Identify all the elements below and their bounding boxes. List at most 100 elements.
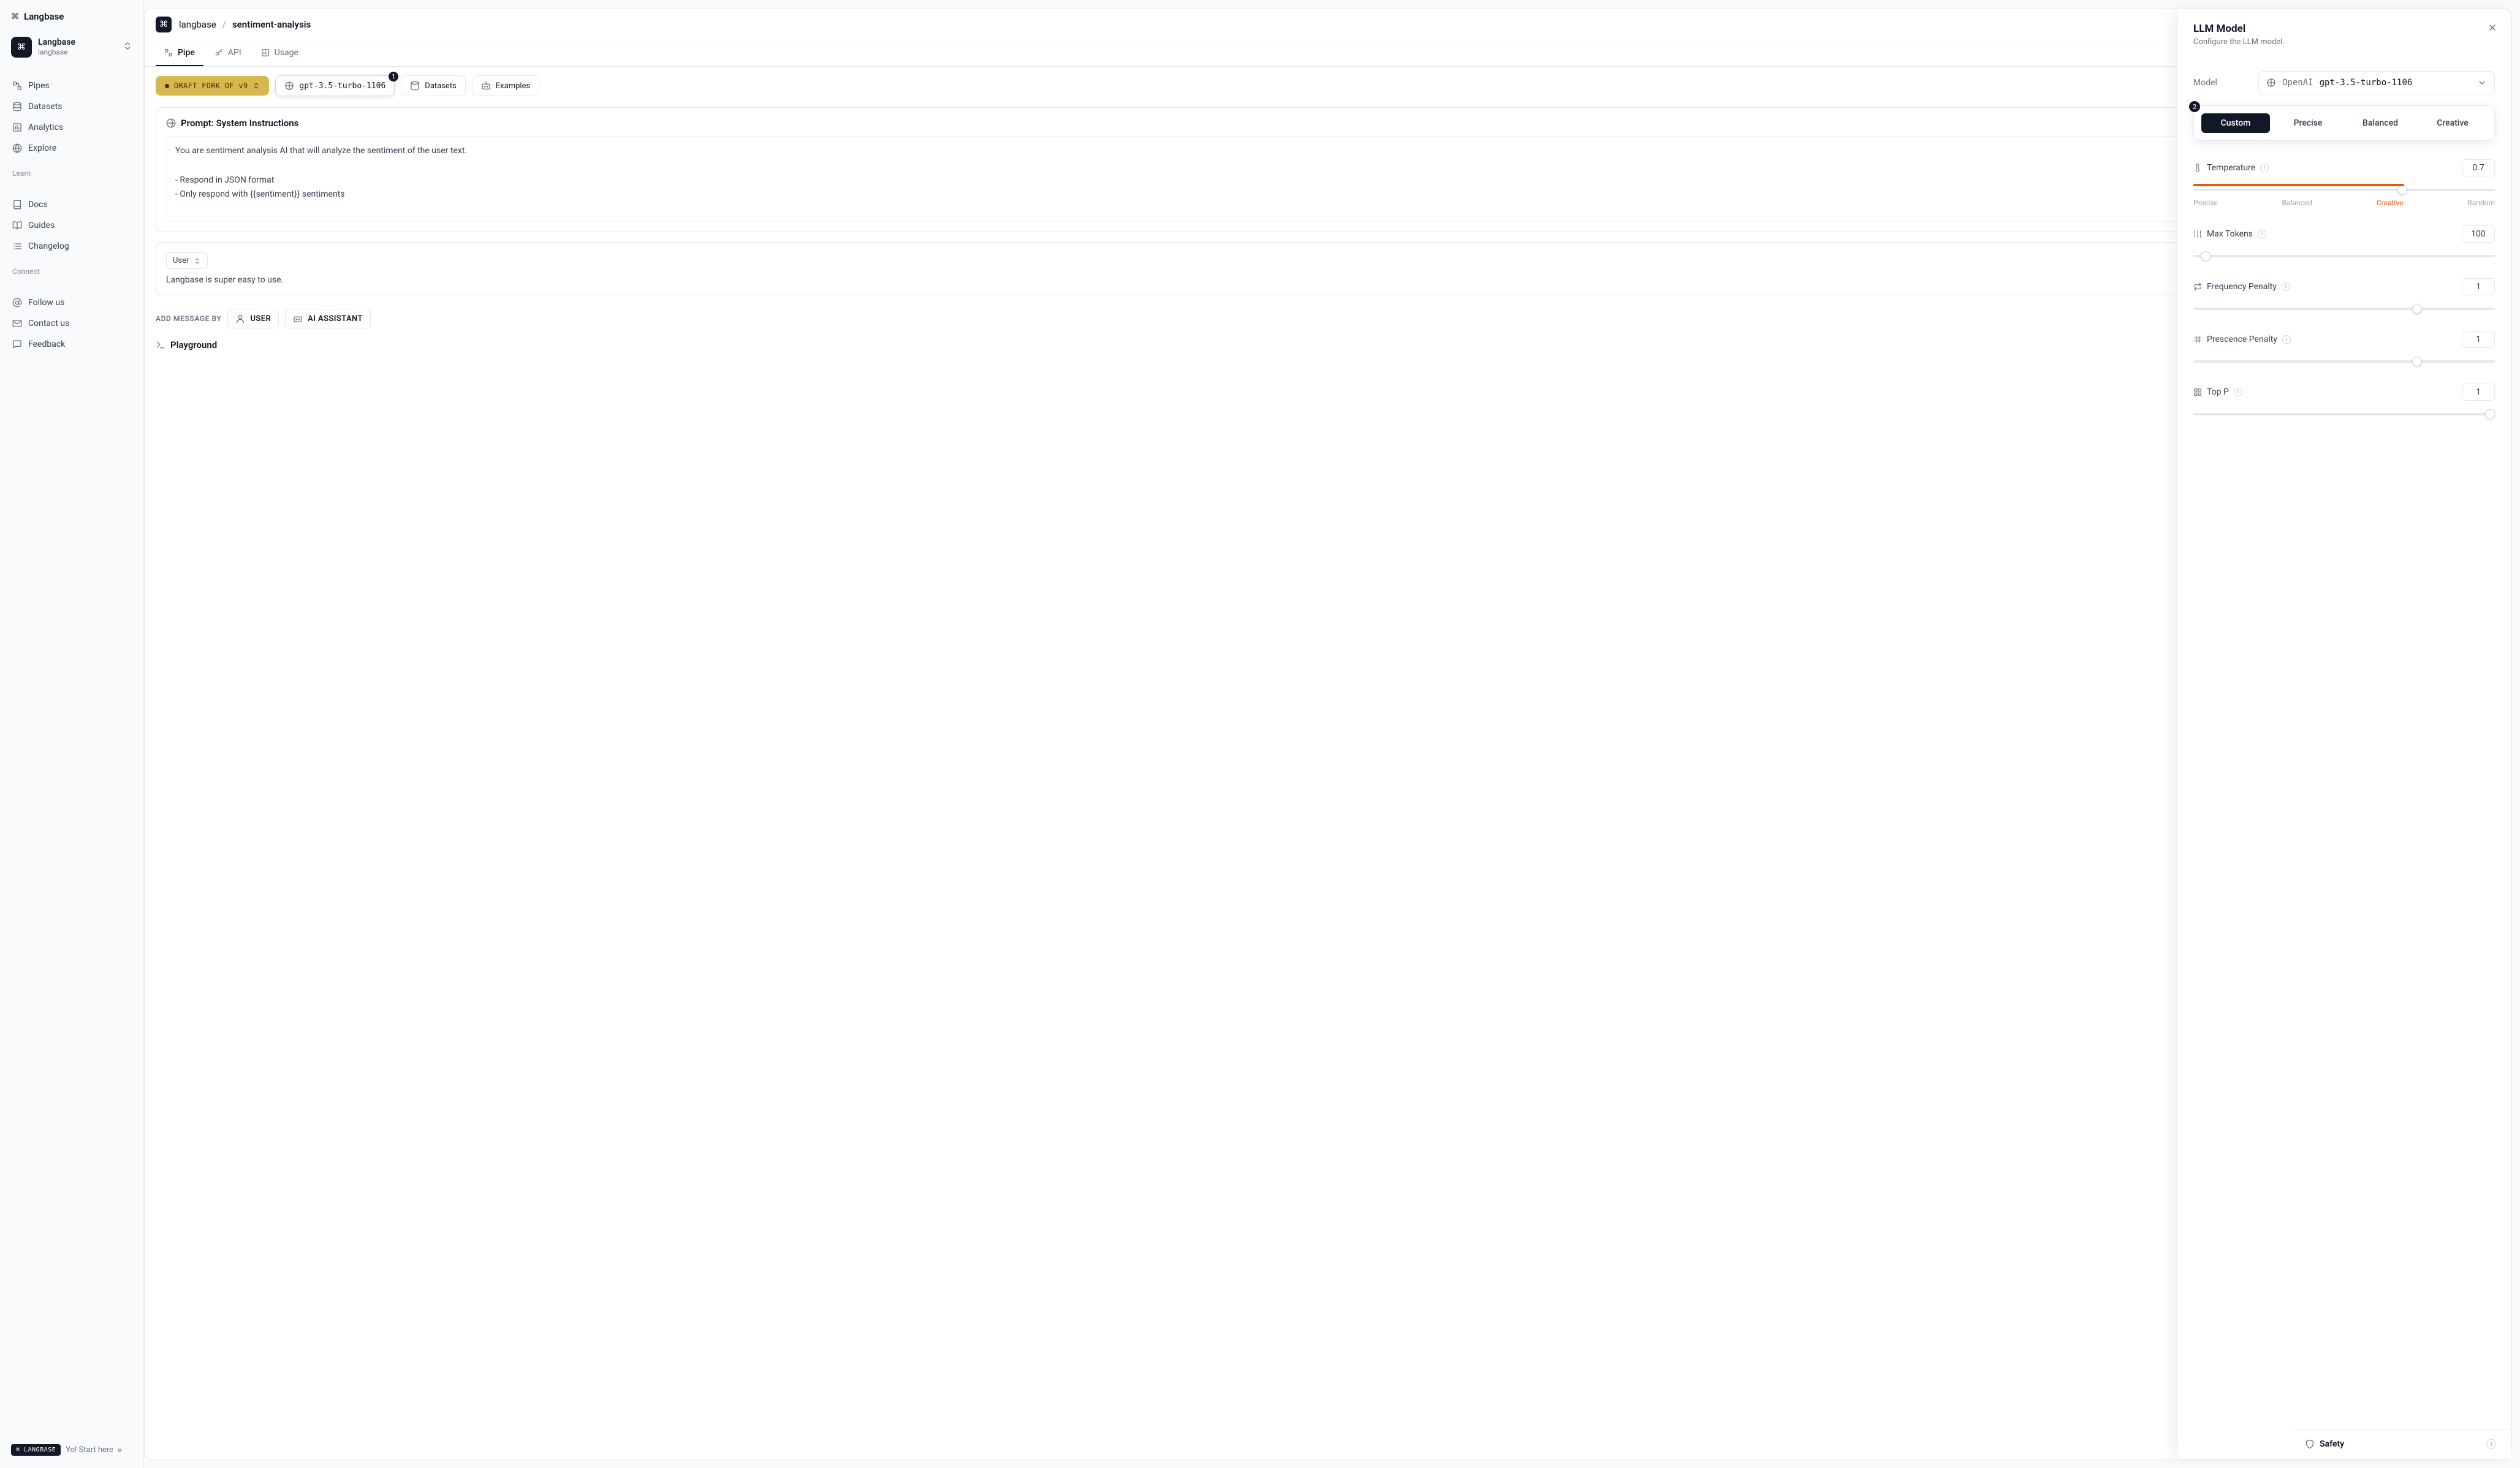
workspace-slug: langbase — [38, 48, 75, 56]
nav-feedback[interactable]: Feedback — [6, 335, 137, 354]
preset-balanced[interactable]: Balanced — [2346, 113, 2415, 133]
message-textarea[interactable]: Langbase is super easy to use. — [166, 275, 2489, 285]
temperature-slider[interactable] — [2193, 189, 2495, 191]
preset-creative[interactable]: Creative — [2418, 113, 2487, 133]
repeat-icon — [2193, 282, 2202, 291]
preset-custom[interactable]: Custom — [2201, 113, 2270, 133]
globe-icon — [166, 118, 176, 128]
workspace-name: Langbase — [38, 37, 75, 48]
primary-nav: Pipes Datasets Analytics Explore — [6, 76, 137, 158]
top-p-value[interactable]: 1 — [2462, 384, 2495, 401]
param-max-tokens: Max Tokens i 100 — [2193, 225, 2495, 260]
thermometer-icon — [2193, 164, 2202, 172]
pipe-icon — [12, 81, 22, 91]
nav-analytics[interactable]: Analytics — [6, 118, 137, 137]
tabs: Pipe API Usage — [145, 40, 2511, 67]
step-badge: 1 — [389, 72, 398, 81]
datasets-pill[interactable]: Datasets — [401, 75, 466, 96]
main-panel: ⌘ langbase / sentiment-analysis Pipe API… — [144, 9, 2511, 1459]
arrows-icon — [2193, 335, 2202, 344]
user-icon — [235, 314, 245, 323]
status-dot — [165, 84, 169, 88]
preset-precise[interactable]: Precise — [2274, 113, 2342, 133]
pillbar: DRAFT FORK OF v9 gpt-3.5-turbo-1106 1 Da… — [145, 67, 2511, 105]
book-icon — [12, 200, 22, 210]
shield-icon — [2305, 1439, 2315, 1449]
max-tokens-value[interactable]: 100 — [2462, 225, 2495, 243]
nav-follow[interactable]: Follow us — [6, 293, 137, 312]
safety-title: Safety — [2320, 1439, 2344, 1449]
info-icon[interactable]: i — [2282, 282, 2290, 291]
frequency-penalty-slider[interactable] — [2193, 308, 2495, 310]
chevrons-right-icon — [116, 1447, 123, 1454]
param-frequency-penalty: Frequency Penalty i 1 — [2193, 278, 2495, 312]
param-temperature: Temperature i 0.7 Precise Balanced Creat… — [2193, 159, 2495, 207]
top-p-slider[interactable] — [2193, 413, 2495, 415]
temperature-value[interactable]: 0.7 — [2462, 159, 2495, 176]
chart-icon — [12, 123, 22, 132]
chevron-up-down-icon — [252, 82, 260, 89]
info-icon[interactable]: i — [2486, 1439, 2496, 1449]
guide-icon — [12, 221, 22, 230]
info-icon[interactable]: i — [2258, 230, 2266, 238]
param-top-p: Top P i 1 — [2193, 384, 2495, 418]
max-tokens-slider[interactable] — [2193, 255, 2495, 257]
info-icon[interactable]: i — [2234, 388, 2242, 396]
temperature-ticks: Precise Balanced Creative Random — [2193, 199, 2495, 207]
tab-usage[interactable]: Usage — [252, 40, 307, 66]
close-button[interactable] — [2484, 19, 2501, 36]
brand: ⌘ Langbase — [6, 9, 137, 32]
presence-penalty-value[interactable]: 1 — [2462, 331, 2495, 348]
at-icon — [12, 298, 22, 308]
brand-name: Langbase — [24, 11, 64, 22]
nav-datasets[interactable]: Datasets — [6, 97, 137, 116]
workspace-avatar-small: ⌘ — [156, 17, 172, 32]
tab-api[interactable]: API — [206, 40, 250, 66]
grid-icon — [2193, 388, 2202, 396]
nav-contact[interactable]: Contact us — [6, 314, 137, 333]
breadcrumb-project[interactable]: sentiment-analysis — [232, 19, 311, 30]
nav-docs[interactable]: Docs — [6, 195, 137, 214]
model-select[interactable]: OpenAI gpt-3.5-turbo-1106 — [2258, 71, 2495, 94]
info-icon[interactable]: i — [2282, 335, 2291, 344]
role-select[interactable]: User — [166, 252, 208, 269]
globe-icon — [12, 143, 22, 153]
model-config-drawer: LLM Model Configure the LLM model. Model… — [2177, 9, 2511, 1459]
model-label: Model — [2193, 78, 2249, 88]
nav-explore[interactable]: Explore — [6, 138, 137, 158]
message-actions: ADD MESSAGE BY USER AI ASSISTANT — [156, 305, 2500, 330]
safety-section[interactable]: Safety i — [2290, 1429, 2511, 1459]
nav-pipes[interactable]: Pipes — [6, 76, 137, 96]
examples-pill[interactable]: Examples — [472, 75, 539, 96]
message-card: User Langbase is super easy to use. — [156, 242, 2500, 295]
pipe-icon — [164, 48, 173, 57]
workspace-switcher[interactable]: ⌘ Langbase langbase — [6, 32, 137, 62]
robot-icon — [481, 81, 491, 91]
add-assistant-message-button[interactable]: AI ASSISTANT — [285, 309, 371, 328]
system-prompt-card: Prompt: System Instructions You are sent… — [156, 107, 2500, 232]
nav-guides[interactable]: Guides — [6, 216, 137, 235]
tab-pipe[interactable]: Pipe — [156, 40, 203, 66]
playground-header: Playground — [156, 339, 2500, 350]
add-user-message-button[interactable]: USER — [227, 309, 279, 328]
footer-start-here[interactable]: Yo! Start here — [66, 1445, 123, 1455]
system-prompt-textarea[interactable]: You are sentiment analysis AI that will … — [166, 136, 2489, 222]
robot-icon — [293, 314, 303, 323]
openai-icon — [2266, 78, 2276, 88]
draft-fork-pill[interactable]: DRAFT FORK OF v9 — [156, 76, 269, 96]
breadcrumb: langbase / sentiment-analysis — [179, 19, 311, 30]
presence-penalty-slider[interactable] — [2193, 360, 2495, 363]
breadcrumb-workspace[interactable]: langbase — [179, 19, 216, 30]
model-pill[interactable]: gpt-3.5-turbo-1106 1 — [275, 75, 395, 96]
topbar: ⌘ langbase / sentiment-analysis — [145, 9, 2511, 40]
terminal-icon — [156, 340, 165, 350]
nav-changelog[interactable]: Changelog — [6, 236, 137, 256]
database-icon — [12, 102, 22, 112]
info-icon[interactable]: i — [2260, 164, 2269, 172]
add-message-label: ADD MESSAGE BY — [156, 314, 221, 323]
chevron-down-icon — [2477, 78, 2487, 88]
database-icon — [410, 81, 420, 91]
usage-icon — [261, 48, 270, 57]
sliders-icon — [2193, 230, 2202, 238]
frequency-penalty-value[interactable]: 1 — [2462, 278, 2495, 295]
